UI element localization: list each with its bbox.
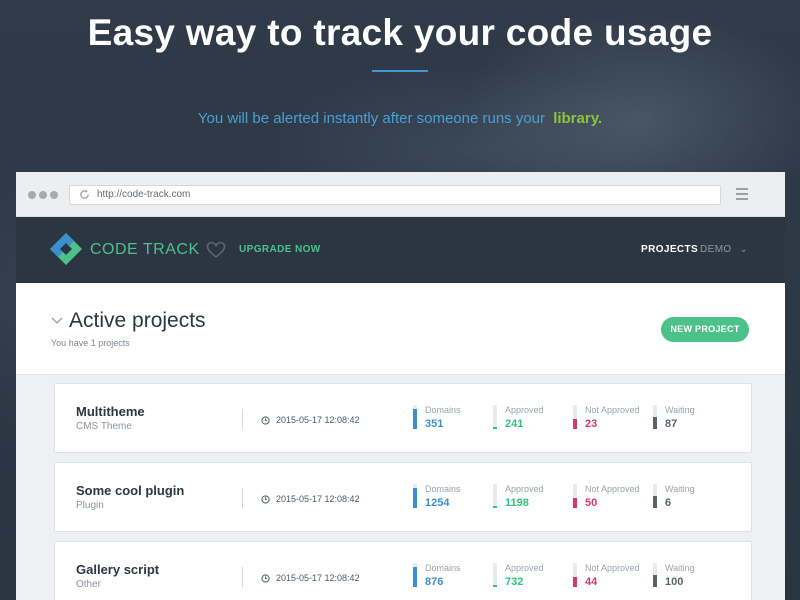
address-bar[interactable]: http://code-track.com — [69, 185, 721, 205]
section-header: Active projects You have 1 projects NEW … — [16, 283, 785, 375]
stat-approved-value: 1198 — [505, 497, 529, 509]
project-count-text: You have 1 projects — [51, 338, 130, 348]
hero-subtitle-accent: library. — [553, 110, 603, 127]
nav-projects-link[interactable]: PROJECTS — [641, 244, 698, 255]
stat-not-approved-bar — [573, 405, 577, 429]
stat-not-approved-value: 23 — [585, 418, 598, 430]
project-type: CMS Theme — [76, 421, 132, 432]
code-track-logo-icon — [50, 233, 82, 265]
clock-icon — [261, 416, 270, 425]
stat-approved-label: Approved — [505, 563, 544, 573]
project-date: 2015-05-17 12:08:42 — [276, 415, 360, 425]
stat-domains: Domains 1254 — [413, 484, 493, 514]
stat-approved-value: 241 — [505, 418, 524, 430]
stat-domains-value: 351 — [425, 418, 444, 430]
nav-demo-label: DEMO — [700, 244, 732, 255]
stat-approved-label: Approved — [505, 405, 544, 415]
stat-not-approved: Not Approved 44 — [573, 563, 653, 593]
stat-approved: Approved 241 — [493, 405, 573, 435]
stat-approved-label: Approved — [505, 484, 544, 494]
card-divider — [242, 409, 243, 429]
stat-approved-bar — [493, 563, 497, 587]
stat-not-approved-bar — [573, 484, 577, 508]
stat-waiting-value: 87 — [665, 418, 678, 430]
stat-not-approved-label: Not Approved — [585, 484, 640, 494]
stat-approved-bar — [493, 405, 497, 429]
stat-waiting-bar — [653, 484, 657, 508]
stat-waiting-value: 100 — [665, 576, 684, 588]
window-close-dot[interactable] — [28, 191, 36, 199]
project-type: Plugin — [76, 500, 104, 511]
stat-domains-value: 1254 — [425, 497, 450, 509]
stat-approved: Approved 732 — [493, 563, 573, 593]
new-project-button[interactable]: NEW PROJECT — [661, 317, 749, 342]
project-name[interactable]: Some cool plugin — [76, 483, 184, 498]
browser-toolbar: http://code-track.com — [16, 172, 785, 217]
card-divider — [242, 567, 243, 587]
stat-domains-label: Domains — [425, 484, 461, 494]
stat-waiting-label: Waiting — [665, 405, 695, 415]
project-date: 2015-05-17 12:08:42 — [276, 494, 360, 504]
stat-waiting-label: Waiting — [665, 563, 695, 573]
hero-divider — [372, 70, 428, 72]
page-title: Active projects — [69, 309, 206, 332]
stat-approved-bar — [493, 484, 497, 508]
project-type: Other — [76, 579, 102, 590]
project-card[interactable]: Gallery script Other 2015-05-17 12:08:42… — [54, 541, 752, 600]
stat-not-approved: Not Approved 23 — [573, 405, 653, 435]
stat-approved: Approved 1198 — [493, 484, 573, 514]
project-date: 2015-05-17 12:08:42 — [276, 573, 360, 583]
stat-domains: Domains 351 — [413, 405, 493, 435]
stat-waiting: Waiting 87 — [653, 405, 733, 435]
stat-not-approved-bar — [573, 563, 577, 587]
nav-demo-dropdown[interactable]: DEMO ⌄ — [700, 244, 748, 255]
stat-approved-value: 732 — [505, 576, 524, 588]
chevron-down-icon[interactable] — [51, 317, 63, 325]
hero-title: Easy way to track your code usage — [87, 12, 713, 53]
stat-domains: Domains 876 — [413, 563, 493, 593]
clock-icon — [261, 495, 270, 504]
address-url: http://code-track.com — [97, 189, 191, 200]
window-maximize-dot[interactable] — [50, 191, 58, 199]
chevron-down-icon: ⌄ — [739, 244, 748, 254]
stat-not-approved: Not Approved 50 — [573, 484, 653, 514]
heart-icon[interactable] — [206, 241, 226, 259]
clock-icon — [261, 574, 270, 583]
logo-text[interactable]: CODE TRACK — [90, 241, 200, 259]
project-card[interactable]: Some cool plugin Plugin 2015-05-17 12:08… — [54, 462, 752, 532]
stat-waiting-bar — [653, 405, 657, 429]
hero-subtitle: You will be alerted instantly after some… — [0, 110, 800, 127]
card-divider — [242, 488, 243, 508]
upgrade-now-link[interactable]: UPGRADE NOW — [239, 244, 321, 255]
stat-waiting-label: Waiting — [665, 484, 695, 494]
app-header: CODE TRACK UPGRADE NOW PROJECTS DEMO ⌄ — [16, 217, 785, 283]
stat-waiting: Waiting 100 — [653, 563, 733, 593]
window-minimize-dot[interactable] — [39, 191, 47, 199]
stat-waiting-bar — [653, 563, 657, 587]
browser-menu-icon[interactable] — [736, 188, 748, 200]
stat-domains-label: Domains — [425, 405, 461, 415]
project-list: Multitheme CMS Theme 2015-05-17 12:08:42… — [16, 375, 785, 600]
stat-domains-label: Domains — [425, 563, 461, 573]
project-name[interactable]: Gallery script — [76, 562, 159, 577]
stat-domains-bar — [413, 484, 417, 508]
browser-window: http://code-track.com CODE TRACK UPGRADE… — [16, 172, 785, 600]
stat-domains-value: 876 — [425, 576, 444, 588]
hero-subtitle-text: You will be alerted instantly after some… — [197, 110, 546, 127]
reload-icon[interactable] — [79, 189, 91, 201]
project-card[interactable]: Multitheme CMS Theme 2015-05-17 12:08:42… — [54, 383, 752, 453]
stat-not-approved-value: 50 — [585, 497, 598, 509]
stat-not-approved-value: 44 — [585, 576, 598, 588]
stat-domains-bar — [413, 405, 417, 429]
stat-not-approved-label: Not Approved — [585, 563, 640, 573]
stat-waiting: Waiting 6 — [653, 484, 733, 514]
stat-not-approved-label: Not Approved — [585, 405, 640, 415]
project-name[interactable]: Multitheme — [76, 404, 145, 419]
stat-waiting-value: 6 — [665, 497, 672, 509]
stat-domains-bar — [413, 563, 417, 587]
